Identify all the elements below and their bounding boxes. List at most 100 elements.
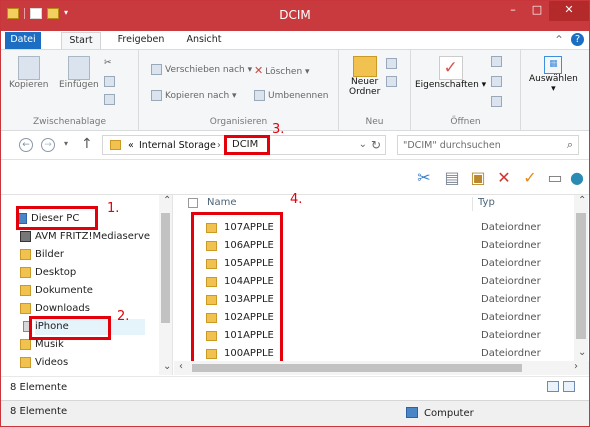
copy-icon[interactable]: ▤	[441, 167, 463, 189]
select-button[interactable]: ▦ Auswählen ▾	[529, 56, 578, 94]
select-group: ▦ Auswählen ▾	[521, 50, 589, 130]
address-bar[interactable]: « Internal Storage › DCIM ⌄ ↻	[102, 135, 386, 155]
scroll-left-icon[interactable]: ‹	[179, 361, 183, 372]
maximize-button[interactable]: □	[525, 1, 549, 21]
delete-icon[interactable]: ✕	[493, 167, 515, 189]
copy-to-button[interactable]: Kopieren nach ▾	[151, 90, 237, 101]
explorer-window: ▾ DCIM – □ ✕ Datei Start Freigeben Ansic…	[0, 0, 590, 427]
new-item-icon[interactable]	[386, 58, 400, 69]
file-type: Dateiordner	[481, 222, 541, 233]
cut-icon[interactable]: ✂	[413, 167, 435, 189]
new-folder-label-line1: Neuer	[351, 77, 379, 87]
horizontal-scrollbar[interactable]: ‹ ›	[174, 361, 589, 375]
paste-button[interactable]: Einfügen	[59, 56, 99, 90]
sidebar-item-media-server[interactable]: AVM FRITZ!Mediaserve	[20, 229, 150, 245]
sidebar-item-downloads[interactable]: Downloads	[20, 301, 90, 317]
tab-start[interactable]: Start	[61, 32, 101, 49]
up-button[interactable]: ↑	[81, 136, 93, 152]
file-list-scroll-thumb[interactable]	[576, 213, 586, 339]
file-type: Dateiordner	[481, 330, 541, 341]
breadcrumb-current[interactable]: DCIM	[224, 135, 270, 155]
scroll-right-icon[interactable]: ›	[574, 361, 578, 372]
clipboard-group: Kopieren Einfügen ✂ Zwischenablage	[1, 50, 139, 130]
details-view-icon[interactable]	[547, 381, 559, 392]
chevron-up-icon[interactable]: ⌃	[554, 33, 564, 47]
highlight-box-this-pc	[16, 206, 98, 230]
sidebar-item-desktop[interactable]: Desktop	[20, 265, 76, 281]
footer-status-bar: 8 Elemente Computer	[1, 400, 589, 426]
tab-view[interactable]: Ansicht	[183, 32, 225, 49]
horizontal-scroll-thumb[interactable]	[192, 364, 522, 372]
properties-button[interactable]: ✓ Eigenschaften ▾	[415, 56, 486, 90]
clipboard-group-label: Zwischenablage	[32, 117, 107, 127]
copy-path-icon[interactable]	[104, 76, 118, 87]
back-button[interactable]: ←	[19, 138, 33, 152]
annotation-4: 4.	[290, 192, 303, 207]
search-icon[interactable]: ⌕	[567, 138, 573, 152]
column-name[interactable]: Name	[207, 197, 237, 208]
copy-icon	[17, 56, 40, 80]
paste-icon[interactable]: ▣	[467, 167, 489, 189]
chevron-down-icon[interactable]: ⌄	[359, 139, 367, 150]
annotation-1: 1.	[107, 201, 120, 216]
paste-icon	[67, 56, 90, 80]
forward-button[interactable]: →	[41, 138, 55, 152]
column-divider[interactable]	[472, 197, 473, 211]
copy-button[interactable]: Kopieren	[9, 56, 48, 90]
new-group-label: Neu	[365, 117, 384, 127]
minimize-button[interactable]: –	[501, 1, 525, 21]
breadcrumb-internal-storage[interactable]: Internal Storage	[139, 140, 216, 151]
tab-file[interactable]: Datei	[5, 32, 41, 49]
location-indicator: Computer	[406, 405, 474, 423]
video-folder-icon	[20, 357, 31, 368]
close-button[interactable]: ✕	[549, 1, 589, 21]
sidebar-item-label: Musik	[35, 339, 64, 350]
file-type: Dateiordner	[481, 258, 541, 269]
help-icon[interactable]: ?	[571, 33, 584, 46]
folder-icon	[20, 267, 31, 278]
annotation-3: 3.	[272, 122, 285, 137]
annotation-2: 2.	[117, 309, 130, 324]
rename-button[interactable]: Umbenennen	[254, 90, 329, 101]
new-folder-label-line2: Ordner	[349, 87, 381, 97]
file-type: Dateiordner	[481, 312, 541, 323]
tab-share[interactable]: Freigeben	[109, 32, 173, 49]
refresh-icon[interactable]: ↻	[371, 138, 381, 152]
folder-icon	[20, 285, 31, 296]
rename-icon[interactable]: ▭	[544, 167, 566, 189]
open-group: ✓ Eigenschaften ▾ Öffnen	[411, 50, 521, 130]
sidebar-item-pictures[interactable]: Bilder	[20, 247, 64, 263]
select-all-checkbox[interactable]	[188, 198, 198, 208]
cloud-icon[interactable]: ●	[566, 167, 588, 189]
scroll-down-icon[interactable]: ⌄	[163, 361, 171, 372]
sidebar-item-videos[interactable]: Videos	[20, 355, 68, 371]
check-icon[interactable]: ✓	[519, 167, 541, 189]
edit-icon[interactable]	[491, 76, 505, 87]
cut-icon[interactable]: ✂	[104, 58, 112, 68]
select-label: Auswählen	[529, 74, 578, 84]
file-type: Dateiordner	[481, 240, 541, 251]
new-folder-button[interactable]: Neuer Ordner	[349, 56, 380, 97]
sidebar-scroll-thumb[interactable]	[161, 213, 170, 323]
copy-to-label: Kopieren nach	[165, 91, 230, 101]
column-type[interactable]: Typ	[478, 197, 495, 208]
paste-label: Einfügen	[59, 80, 99, 90]
open-icon[interactable]	[491, 56, 505, 67]
sidebar-item-label: Downloads	[35, 303, 90, 314]
breadcrumb-separator: ›	[217, 140, 221, 151]
scroll-down-icon[interactable]: ⌄	[578, 347, 586, 358]
recent-locations-icon[interactable]: ▾	[64, 139, 68, 148]
paste-shortcut-icon[interactable]	[104, 94, 118, 105]
easy-access-icon[interactable]	[386, 76, 400, 87]
location-label: Computer	[424, 408, 474, 419]
scroll-up-icon[interactable]: ⌃	[163, 195, 171, 206]
large-icons-view-icon[interactable]	[563, 381, 575, 392]
file-type: Dateiordner	[481, 294, 541, 305]
history-icon[interactable]	[491, 96, 505, 107]
move-to-button[interactable]: Verschieben nach ▾	[151, 64, 252, 75]
sidebar-item-documents[interactable]: Dokumente	[20, 283, 93, 299]
delete-button[interactable]: ✕ Löschen ▾	[254, 64, 310, 77]
folder-icon	[352, 56, 377, 77]
scroll-up-icon[interactable]: ⌃	[578, 195, 586, 206]
search-box[interactable]: "DCIM" durchsuchen ⌕	[397, 135, 579, 155]
